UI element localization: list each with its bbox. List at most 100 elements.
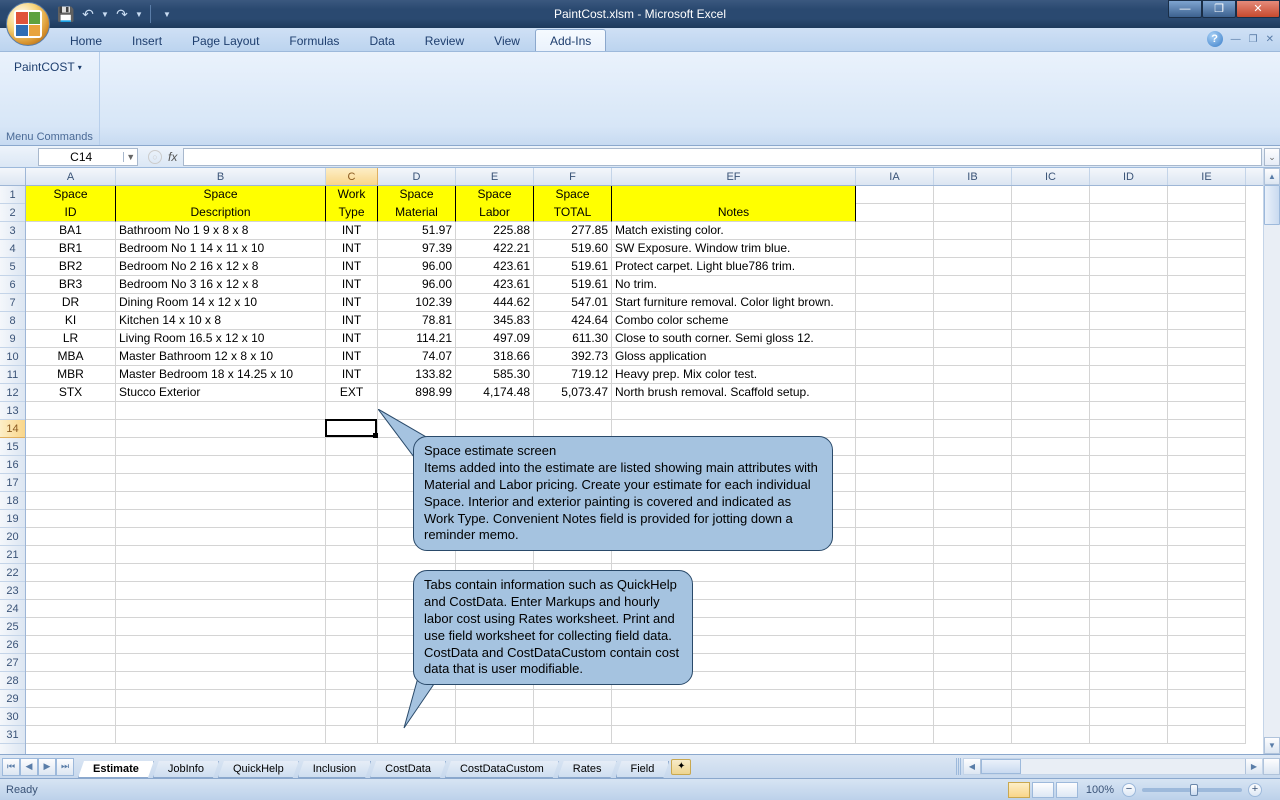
ribbon-tab-formulas[interactable]: Formulas <box>274 29 354 51</box>
zoom-level[interactable]: 100% <box>1086 784 1114 796</box>
row-header-14[interactable]: 14 <box>0 420 25 438</box>
cell[interactable] <box>856 600 934 618</box>
cell[interactable] <box>326 582 378 600</box>
cell[interactable] <box>1012 672 1090 690</box>
cell[interactable] <box>1090 708 1168 726</box>
cell[interactable] <box>1168 672 1246 690</box>
cell[interactable]: 74.07 <box>378 348 456 366</box>
cell[interactable]: Space <box>534 186 612 204</box>
expand-formula-bar-icon[interactable]: ⌄ <box>1264 148 1280 166</box>
cell[interactable] <box>1168 456 1246 474</box>
cell[interactable] <box>116 528 326 546</box>
cell[interactable] <box>1090 654 1168 672</box>
cell[interactable]: 96.00 <box>378 276 456 294</box>
cell[interactable] <box>326 492 378 510</box>
cell[interactable] <box>26 420 116 438</box>
cell[interactable] <box>26 708 116 726</box>
cell[interactable] <box>26 582 116 600</box>
cell[interactable]: BA1 <box>26 222 116 240</box>
cell[interactable] <box>934 204 1012 222</box>
col-header-B[interactable]: B <box>116 168 326 185</box>
row-header-16[interactable]: 16 <box>0 456 25 474</box>
ribbon-tab-home[interactable]: Home <box>55 29 117 51</box>
ribbon-tab-add-ins[interactable]: Add-Ins <box>535 29 606 51</box>
cell[interactable] <box>1090 402 1168 420</box>
col-header-A[interactable]: A <box>26 168 116 185</box>
cell[interactable] <box>26 510 116 528</box>
cell[interactable]: 78.81 <box>378 312 456 330</box>
cell[interactable]: INT <box>326 366 378 384</box>
cell[interactable]: LR <box>26 330 116 348</box>
cell[interactable]: Material <box>378 204 456 222</box>
cell[interactable] <box>856 546 934 564</box>
cell[interactable] <box>1090 582 1168 600</box>
office-button[interactable] <box>6 2 50 46</box>
cell[interactable]: Combo color scheme <box>612 312 856 330</box>
cell[interactable] <box>116 456 326 474</box>
row-header-20[interactable]: 20 <box>0 528 25 546</box>
cell[interactable] <box>856 672 934 690</box>
cell[interactable] <box>856 420 934 438</box>
cell[interactable] <box>856 492 934 510</box>
cell[interactable] <box>934 294 1012 312</box>
cell[interactable] <box>26 528 116 546</box>
col-header-F[interactable]: F <box>534 168 612 185</box>
cell[interactable] <box>116 618 326 636</box>
cell[interactable] <box>534 726 612 744</box>
cell[interactable] <box>856 204 934 222</box>
cell[interactable] <box>116 582 326 600</box>
zoom-thumb[interactable] <box>1190 784 1198 796</box>
cell[interactable] <box>1168 204 1246 222</box>
cell[interactable] <box>934 726 1012 744</box>
zoom-in-button[interactable]: + <box>1248 783 1262 797</box>
cell[interactable] <box>26 456 116 474</box>
cell[interactable]: Space <box>26 186 116 204</box>
cell[interactable]: 898.99 <box>378 384 456 402</box>
cell[interactable] <box>934 708 1012 726</box>
cell[interactable]: BR3 <box>26 276 116 294</box>
cell[interactable] <box>116 492 326 510</box>
row-header-1[interactable]: 1 <box>0 186 25 204</box>
cell[interactable] <box>1012 330 1090 348</box>
restore-window-icon[interactable]: ❐ <box>1249 34 1258 45</box>
cell[interactable] <box>934 420 1012 438</box>
save-icon[interactable]: 💾 <box>56 4 76 24</box>
cell[interactable] <box>326 456 378 474</box>
cell[interactable] <box>934 240 1012 258</box>
cell[interactable] <box>934 456 1012 474</box>
cell[interactable] <box>934 222 1012 240</box>
row-header-11[interactable]: 11 <box>0 366 25 384</box>
scroll-down-icon[interactable]: ▼ <box>1264 737 1280 754</box>
cell[interactable] <box>856 366 934 384</box>
cell[interactable] <box>1168 654 1246 672</box>
cell[interactable] <box>1090 546 1168 564</box>
cell[interactable] <box>1012 312 1090 330</box>
cell[interactable] <box>116 474 326 492</box>
cell[interactable] <box>1090 672 1168 690</box>
cell[interactable] <box>856 618 934 636</box>
cell[interactable]: 133.82 <box>378 366 456 384</box>
cell[interactable] <box>856 294 934 312</box>
cell[interactable] <box>326 708 378 726</box>
sheet-tab-inclusion[interactable]: Inclusion <box>298 761 371 778</box>
col-header-D[interactable]: D <box>378 168 456 185</box>
cell[interactable] <box>1012 456 1090 474</box>
cell[interactable] <box>1090 276 1168 294</box>
cell[interactable] <box>856 690 934 708</box>
cell[interactable] <box>856 636 934 654</box>
cell[interactable] <box>1168 438 1246 456</box>
cell[interactable] <box>856 312 934 330</box>
cell[interactable] <box>1168 312 1246 330</box>
cell[interactable] <box>1012 186 1090 204</box>
horizontal-scrollbar[interactable]: ◀ ▶ <box>963 758 1263 775</box>
cell[interactable]: 97.39 <box>378 240 456 258</box>
cell[interactable] <box>326 438 378 456</box>
cell[interactable] <box>856 726 934 744</box>
cell[interactable] <box>1090 510 1168 528</box>
ribbon-tab-insert[interactable]: Insert <box>117 29 177 51</box>
cell[interactable]: INT <box>326 276 378 294</box>
cell[interactable] <box>934 492 1012 510</box>
cell[interactable] <box>1012 492 1090 510</box>
cell[interactable] <box>856 582 934 600</box>
cell[interactable] <box>1090 348 1168 366</box>
